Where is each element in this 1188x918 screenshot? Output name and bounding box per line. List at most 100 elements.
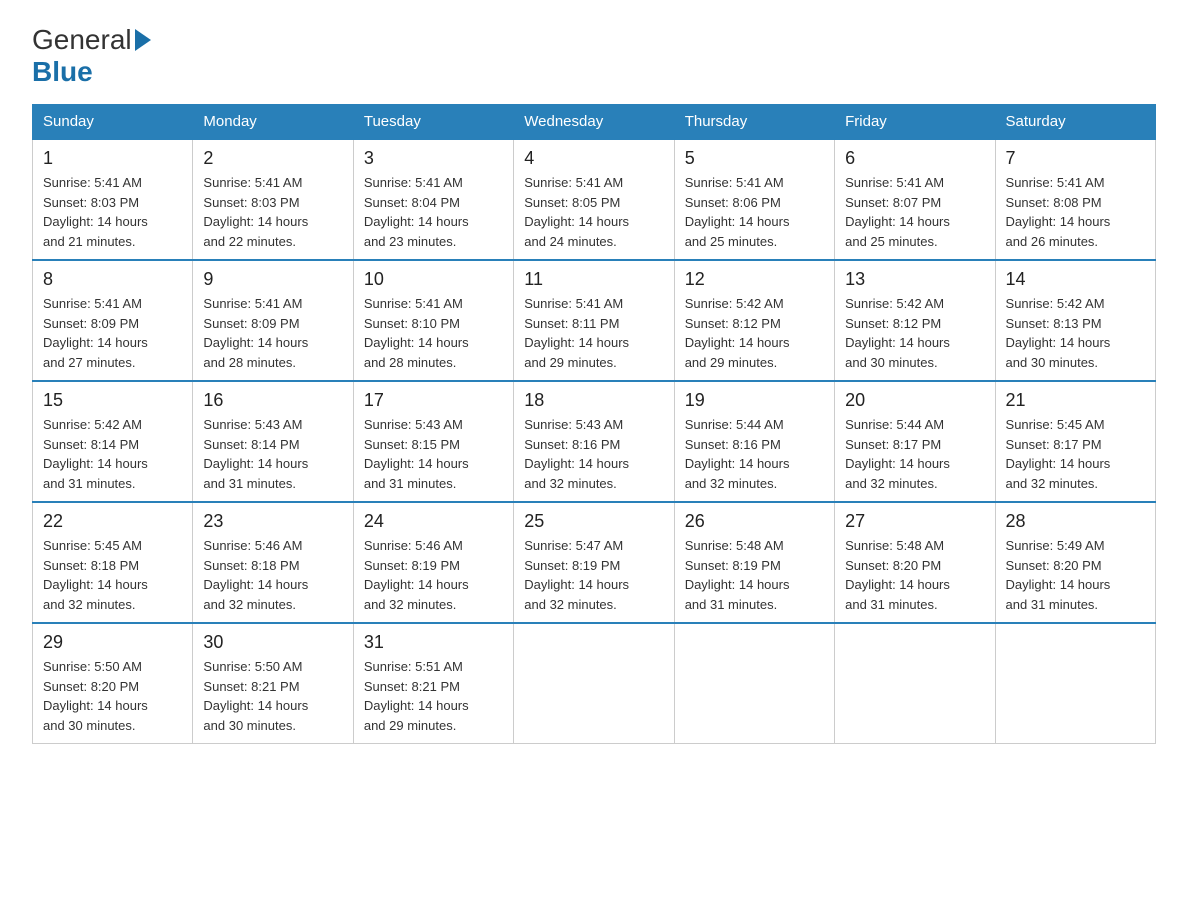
calendar-day-cell: 18 Sunrise: 5:43 AMSunset: 8:16 PMDaylig… xyxy=(514,381,674,502)
calendar-day-cell: 3 Sunrise: 5:41 AMSunset: 8:04 PMDayligh… xyxy=(353,139,513,260)
day-info: Sunrise: 5:41 AMSunset: 8:05 PMDaylight:… xyxy=(524,175,629,249)
day-number: 12 xyxy=(685,269,824,290)
calendar-day-header-tuesday: Tuesday xyxy=(353,105,513,140)
calendar-header-row: SundayMondayTuesdayWednesdayThursdayFrid… xyxy=(33,105,1156,140)
day-info: Sunrise: 5:48 AMSunset: 8:20 PMDaylight:… xyxy=(845,538,950,612)
calendar-day-cell: 5 Sunrise: 5:41 AMSunset: 8:06 PMDayligh… xyxy=(674,139,834,260)
calendar-day-cell: 23 Sunrise: 5:46 AMSunset: 8:18 PMDaylig… xyxy=(193,502,353,623)
day-info: Sunrise: 5:47 AMSunset: 8:19 PMDaylight:… xyxy=(524,538,629,612)
day-number: 31 xyxy=(364,632,503,653)
calendar-day-cell: 21 Sunrise: 5:45 AMSunset: 8:17 PMDaylig… xyxy=(995,381,1155,502)
calendar-day-cell: 28 Sunrise: 5:49 AMSunset: 8:20 PMDaylig… xyxy=(995,502,1155,623)
day-info: Sunrise: 5:41 AMSunset: 8:03 PMDaylight:… xyxy=(203,175,308,249)
calendar-day-cell: 20 Sunrise: 5:44 AMSunset: 8:17 PMDaylig… xyxy=(835,381,995,502)
logo-arrow-icon xyxy=(135,29,151,51)
day-number: 8 xyxy=(43,269,182,290)
calendar-day-cell: 15 Sunrise: 5:42 AMSunset: 8:14 PMDaylig… xyxy=(33,381,193,502)
page-header: General Blue xyxy=(32,24,1156,88)
day-number: 13 xyxy=(845,269,984,290)
calendar-day-cell: 1 Sunrise: 5:41 AMSunset: 8:03 PMDayligh… xyxy=(33,139,193,260)
day-number: 20 xyxy=(845,390,984,411)
day-info: Sunrise: 5:41 AMSunset: 8:06 PMDaylight:… xyxy=(685,175,790,249)
day-number: 22 xyxy=(43,511,182,532)
day-number: 26 xyxy=(685,511,824,532)
calendar-day-cell: 17 Sunrise: 5:43 AMSunset: 8:15 PMDaylig… xyxy=(353,381,513,502)
calendar-empty-cell xyxy=(995,623,1155,744)
day-info: Sunrise: 5:41 AMSunset: 8:08 PMDaylight:… xyxy=(1006,175,1111,249)
day-info: Sunrise: 5:42 AMSunset: 8:14 PMDaylight:… xyxy=(43,417,148,491)
day-info: Sunrise: 5:42 AMSunset: 8:13 PMDaylight:… xyxy=(1006,296,1111,370)
calendar-week-row: 15 Sunrise: 5:42 AMSunset: 8:14 PMDaylig… xyxy=(33,381,1156,502)
day-info: Sunrise: 5:41 AMSunset: 8:07 PMDaylight:… xyxy=(845,175,950,249)
day-number: 4 xyxy=(524,148,663,169)
day-number: 5 xyxy=(685,148,824,169)
calendar-table: SundayMondayTuesdayWednesdayThursdayFrid… xyxy=(32,104,1156,744)
calendar-day-cell: 30 Sunrise: 5:50 AMSunset: 8:21 PMDaylig… xyxy=(193,623,353,744)
day-info: Sunrise: 5:43 AMSunset: 8:14 PMDaylight:… xyxy=(203,417,308,491)
calendar-day-header-saturday: Saturday xyxy=(995,105,1155,140)
day-info: Sunrise: 5:43 AMSunset: 8:16 PMDaylight:… xyxy=(524,417,629,491)
day-info: Sunrise: 5:50 AMSunset: 8:21 PMDaylight:… xyxy=(203,659,308,733)
day-number: 3 xyxy=(364,148,503,169)
calendar-day-cell: 12 Sunrise: 5:42 AMSunset: 8:12 PMDaylig… xyxy=(674,260,834,381)
day-number: 30 xyxy=(203,632,342,653)
calendar-day-cell: 29 Sunrise: 5:50 AMSunset: 8:20 PMDaylig… xyxy=(33,623,193,744)
calendar-day-cell: 16 Sunrise: 5:43 AMSunset: 8:14 PMDaylig… xyxy=(193,381,353,502)
day-number: 28 xyxy=(1006,511,1145,532)
calendar-day-cell: 9 Sunrise: 5:41 AMSunset: 8:09 PMDayligh… xyxy=(193,260,353,381)
day-number: 27 xyxy=(845,511,984,532)
day-info: Sunrise: 5:44 AMSunset: 8:17 PMDaylight:… xyxy=(845,417,950,491)
day-info: Sunrise: 5:45 AMSunset: 8:18 PMDaylight:… xyxy=(43,538,148,612)
day-info: Sunrise: 5:41 AMSunset: 8:09 PMDaylight:… xyxy=(203,296,308,370)
day-number: 1 xyxy=(43,148,182,169)
day-number: 19 xyxy=(685,390,824,411)
calendar-week-row: 29 Sunrise: 5:50 AMSunset: 8:20 PMDaylig… xyxy=(33,623,1156,744)
calendar-day-cell: 4 Sunrise: 5:41 AMSunset: 8:05 PMDayligh… xyxy=(514,139,674,260)
calendar-empty-cell xyxy=(514,623,674,744)
calendar-day-header-wednesday: Wednesday xyxy=(514,105,674,140)
day-number: 2 xyxy=(203,148,342,169)
calendar-day-cell: 27 Sunrise: 5:48 AMSunset: 8:20 PMDaylig… xyxy=(835,502,995,623)
day-info: Sunrise: 5:46 AMSunset: 8:19 PMDaylight:… xyxy=(364,538,469,612)
calendar-day-cell: 8 Sunrise: 5:41 AMSunset: 8:09 PMDayligh… xyxy=(33,260,193,381)
calendar-day-cell: 7 Sunrise: 5:41 AMSunset: 8:08 PMDayligh… xyxy=(995,139,1155,260)
day-info: Sunrise: 5:49 AMSunset: 8:20 PMDaylight:… xyxy=(1006,538,1111,612)
logo-general: General xyxy=(32,24,132,56)
logo: General Blue xyxy=(32,24,151,88)
calendar-day-cell: 14 Sunrise: 5:42 AMSunset: 8:13 PMDaylig… xyxy=(995,260,1155,381)
calendar-day-cell: 22 Sunrise: 5:45 AMSunset: 8:18 PMDaylig… xyxy=(33,502,193,623)
day-number: 17 xyxy=(364,390,503,411)
calendar-day-cell: 10 Sunrise: 5:41 AMSunset: 8:10 PMDaylig… xyxy=(353,260,513,381)
day-info: Sunrise: 5:43 AMSunset: 8:15 PMDaylight:… xyxy=(364,417,469,491)
day-info: Sunrise: 5:41 AMSunset: 8:04 PMDaylight:… xyxy=(364,175,469,249)
logo-blue: Blue xyxy=(32,56,93,87)
day-number: 9 xyxy=(203,269,342,290)
day-number: 15 xyxy=(43,390,182,411)
day-number: 11 xyxy=(524,269,663,290)
calendar-day-cell: 25 Sunrise: 5:47 AMSunset: 8:19 PMDaylig… xyxy=(514,502,674,623)
day-number: 23 xyxy=(203,511,342,532)
day-number: 24 xyxy=(364,511,503,532)
day-number: 29 xyxy=(43,632,182,653)
calendar-empty-cell xyxy=(674,623,834,744)
calendar-day-cell: 6 Sunrise: 5:41 AMSunset: 8:07 PMDayligh… xyxy=(835,139,995,260)
calendar-day-cell: 2 Sunrise: 5:41 AMSunset: 8:03 PMDayligh… xyxy=(193,139,353,260)
day-info: Sunrise: 5:48 AMSunset: 8:19 PMDaylight:… xyxy=(685,538,790,612)
calendar-day-header-monday: Monday xyxy=(193,105,353,140)
day-info: Sunrise: 5:41 AMSunset: 8:10 PMDaylight:… xyxy=(364,296,469,370)
calendar-week-row: 1 Sunrise: 5:41 AMSunset: 8:03 PMDayligh… xyxy=(33,139,1156,260)
day-number: 25 xyxy=(524,511,663,532)
day-info: Sunrise: 5:41 AMSunset: 8:11 PMDaylight:… xyxy=(524,296,629,370)
calendar-week-row: 22 Sunrise: 5:45 AMSunset: 8:18 PMDaylig… xyxy=(33,502,1156,623)
day-info: Sunrise: 5:42 AMSunset: 8:12 PMDaylight:… xyxy=(685,296,790,370)
calendar-day-cell: 24 Sunrise: 5:46 AMSunset: 8:19 PMDaylig… xyxy=(353,502,513,623)
calendar-day-header-sunday: Sunday xyxy=(33,105,193,140)
calendar-empty-cell xyxy=(835,623,995,744)
day-number: 18 xyxy=(524,390,663,411)
day-number: 21 xyxy=(1006,390,1145,411)
calendar-day-cell: 31 Sunrise: 5:51 AMSunset: 8:21 PMDaylig… xyxy=(353,623,513,744)
calendar-day-header-thursday: Thursday xyxy=(674,105,834,140)
calendar-week-row: 8 Sunrise: 5:41 AMSunset: 8:09 PMDayligh… xyxy=(33,260,1156,381)
day-number: 6 xyxy=(845,148,984,169)
day-number: 10 xyxy=(364,269,503,290)
